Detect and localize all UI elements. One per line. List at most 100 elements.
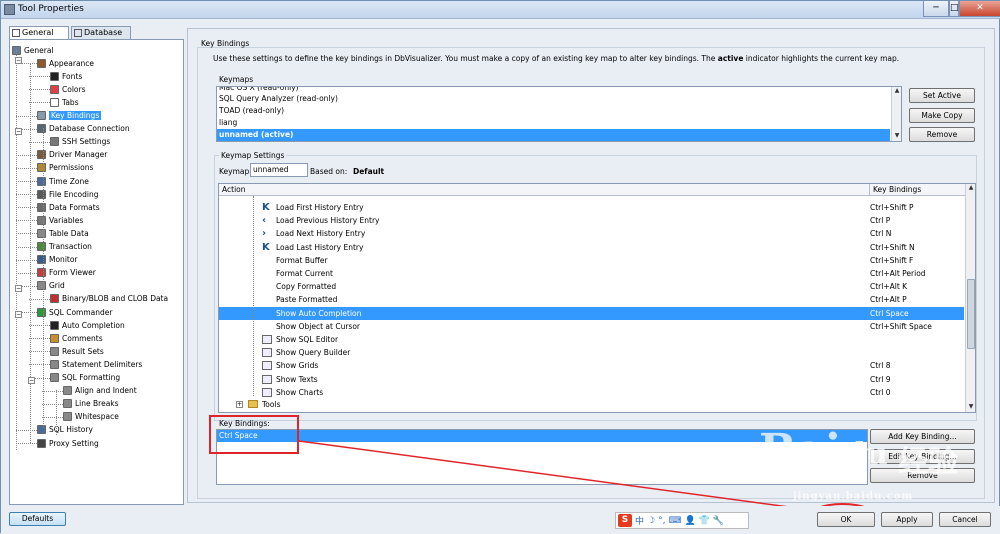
tree-item-sql-history[interactable]: SQL History	[37, 424, 93, 436]
tools-icon[interactable]: 🔧	[713, 516, 724, 526]
tree-item-colors[interactable]: Colors	[50, 83, 86, 95]
tree-item-result-sets[interactable]: Result Sets	[50, 345, 104, 357]
skin-icon[interactable]: 👕	[699, 516, 710, 526]
defaults-button[interactable]: Defaults	[9, 512, 66, 526]
scroll-down-icon[interactable]: ▼	[893, 132, 901, 140]
collapse-icon[interactable]: −	[15, 285, 22, 292]
tools-node[interactable]: + Tools	[219, 398, 964, 411]
action-key-binding: Ctrl+Alt Period	[870, 269, 926, 278]
keymaps-list[interactable]: Mac OS X (read-only) SQL Query Analyzer …	[216, 86, 902, 142]
tree-item-whitespace[interactable]: Whitespace	[63, 411, 119, 423]
collapse-icon[interactable]: −	[15, 128, 22, 135]
action-row[interactable]: Show Charts Ctrl 0	[219, 386, 964, 399]
keymap-item[interactable]: liang	[217, 117, 890, 129]
keyboard-icon[interactable]: ⌨	[668, 516, 681, 526]
chinese-mode-icon[interactable]: 中	[635, 514, 644, 527]
keymap-name-input[interactable]: unnamed	[250, 163, 308, 177]
keymaps-scrollbar[interactable]: ▲ ▼	[891, 87, 901, 141]
tree-item-tabs[interactable]: Tabs	[50, 96, 79, 108]
tab-database[interactable]: Database	[71, 26, 131, 39]
maximize-button[interactable]: □	[949, 1, 959, 17]
tree-item-sql-formatting[interactable]: SQL Formatting	[50, 372, 120, 384]
moon-icon[interactable]: ☽	[647, 516, 655, 526]
database-connection-icon	[37, 124, 46, 134]
action-row[interactable]: Paste Formatted Ctrl+Alt P	[219, 293, 964, 306]
tree-connector	[16, 272, 37, 274]
keymap-item-active[interactable]: unnamed (active)	[217, 129, 890, 141]
action-row[interactable]: Show SQL Editor	[219, 333, 964, 346]
scroll-up-icon[interactable]: ▲	[967, 184, 975, 192]
sogou-icon[interactable]: S	[618, 514, 632, 527]
tree-item-sql-commander[interactable]: SQL Commander	[37, 306, 112, 318]
tree-item-auto-completion[interactable]: Auto Completion	[50, 319, 125, 331]
title-bar[interactable]: Tool Properties ─ □ ✕	[1, 1, 1000, 19]
tree-item-line-breaks[interactable]: Line Breaks	[63, 398, 119, 410]
action-row[interactable]: Show Auto Completion Ctrl Space	[219, 306, 964, 320]
scroll-down-icon[interactable]: ▼	[967, 403, 975, 411]
close-button[interactable]: ✕	[959, 1, 1000, 17]
apply-button[interactable]: Apply	[881, 512, 933, 527]
action-row[interactable]: K Load First History Entry Ctrl+Shift P	[219, 201, 964, 214]
minimize-button[interactable]: ─	[923, 1, 949, 17]
tree-item-align-and-indent[interactable]: Align and Indent	[63, 385, 137, 397]
tree-item-transaction[interactable]: Transaction	[37, 241, 92, 253]
ime-toolbar[interactable]: S 中 ☽ °, ⌨ 👤 👕 🔧	[615, 512, 749, 529]
keymap-item[interactable]: TOAD (read-only)	[217, 105, 890, 117]
scroll-thumb[interactable]	[967, 279, 975, 349]
punctuation-icon[interactable]: °,	[658, 516, 665, 526]
tree-item-permissions[interactable]: Permissions	[37, 162, 93, 174]
collapse-icon[interactable]: −	[15, 311, 22, 318]
action-row[interactable]: › Load Next History Entry Ctrl N	[219, 227, 964, 240]
remove-keymap-button[interactable]: Remove	[909, 127, 975, 142]
cancel-button[interactable]: Cancel	[939, 512, 991, 527]
action-row[interactable]: Show Texts Ctrl 9	[219, 373, 964, 386]
make-copy-button[interactable]: Make Copy	[909, 108, 975, 123]
keymap-item[interactable]: SQL Query Analyzer (read-only)	[217, 93, 890, 105]
tree-item-form-viewer[interactable]: Form Viewer	[37, 267, 96, 279]
tree-item-table-data[interactable]: Table Data	[37, 227, 89, 239]
settings-tree[interactable]: General Appearance Fonts Colors Tabs Key Bind…	[9, 39, 184, 505]
action-row[interactable]: Show Object at Cursor Ctrl+Shift Space	[219, 320, 964, 333]
result-sets-icon	[50, 346, 59, 356]
key-bindings-group-title: Key Bindings	[201, 39, 250, 48]
tree-item-statement-delimiters[interactable]: Statement Delimiters	[50, 358, 142, 370]
tree-item-binary-blob-and-clob-data[interactable]: Binary/BLOB and CLOB Data	[50, 293, 168, 305]
sql-editor-icon	[262, 335, 272, 344]
tree-item-comments[interactable]: Comments	[50, 332, 103, 344]
permissions-icon	[37, 163, 46, 173]
tree-item-driver-manager[interactable]: Driver Manager	[37, 149, 107, 161]
tree-item-ssh-settings[interactable]: SSH Settings	[50, 136, 110, 148]
set-active-button[interactable]: Set Active	[909, 88, 975, 103]
action-row[interactable]: ‹ Load Previous History Entry Ctrl P	[219, 214, 964, 227]
action-row[interactable]: Format Buffer Ctrl+Shift F	[219, 254, 964, 267]
tree-item-file-encoding[interactable]: File Encoding	[37, 188, 99, 200]
tree-item-general[interactable]: General	[12, 44, 54, 56]
tree-item-proxy-setting[interactable]: Proxy Setting	[37, 437, 99, 449]
proxy-setting-icon	[37, 438, 46, 448]
tree-item-grid[interactable]: Grid	[37, 280, 65, 292]
scroll-up-icon[interactable]: ▲	[893, 87, 901, 95]
ok-button[interactable]: OK	[817, 512, 875, 527]
baidu-watermark: Bai du 经验 jingyan.baidu.com	[753, 425, 993, 511]
tree-item-database-connection[interactable]: Database Connection	[37, 123, 130, 135]
tree-item-time-zone[interactable]: Time Zone	[37, 175, 89, 187]
tree-item-key-bindings[interactable]: Key Bindings	[37, 110, 102, 122]
action-row[interactable]: Copy Formatted Ctrl+Alt K	[219, 280, 964, 293]
action-row[interactable]: Format Current Ctrl+Alt Period	[219, 267, 964, 280]
tree-connector	[16, 154, 37, 156]
collapse-icon[interactable]: −	[28, 377, 35, 384]
actions-scrollbar[interactable]: ▲ ▼	[965, 184, 975, 412]
tree-item-data-formats[interactable]: Data Formats	[37, 201, 100, 213]
expand-icon[interactable]: +	[236, 401, 243, 408]
column-header-action[interactable]: Action	[219, 184, 870, 196]
tree-item-fonts[interactable]: Fonts	[50, 70, 82, 82]
action-row[interactable]: Show Query Builder	[219, 346, 964, 359]
action-row[interactable]: Show Grids Ctrl 8	[219, 359, 964, 372]
collapse-icon[interactable]: −	[15, 57, 22, 64]
tab-general[interactable]: General	[9, 26, 69, 40]
action-row[interactable]: K Load Last History Entry Ctrl+Shift N	[219, 241, 964, 254]
tree-item-appearance[interactable]: Appearance	[37, 57, 94, 69]
column-header-key-bindings[interactable]: Key Bindings	[870, 184, 966, 196]
user-icon[interactable]: 👤	[684, 516, 695, 526]
actions-table[interactable]: Action Key Bindings K Load First History …	[218, 183, 976, 413]
